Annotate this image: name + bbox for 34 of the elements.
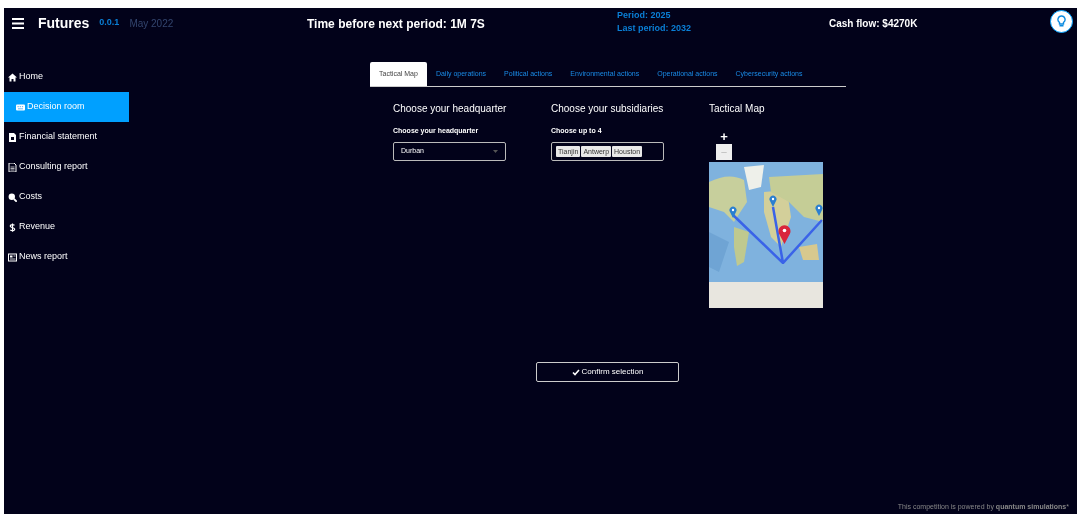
- map-marker-icon: [769, 195, 777, 207]
- sidebar-item[interactable]: News report: [4, 242, 129, 272]
- section-heading: Choose your subsidiaries: [551, 102, 665, 116]
- sidebar-item[interactable]: Revenue: [4, 212, 129, 242]
- map-marker-icon: [729, 206, 737, 218]
- sidebar-item[interactable]: Consulting report: [4, 152, 129, 182]
- confirm-selection-button[interactable]: Confirm selection: [536, 362, 679, 382]
- sidebar-item[interactable]: Financial statement: [4, 122, 129, 152]
- newspaper-icon: [8, 252, 17, 262]
- lightbulb-button[interactable]: [1050, 10, 1073, 33]
- countdown-timer: Time before next period: 1M 7S: [307, 16, 485, 33]
- sidebar-item[interactable]: Costs: [4, 182, 129, 212]
- period-label: Period: 2025: [617, 9, 672, 22]
- menu-icon[interactable]: [12, 17, 24, 29]
- cash-flow-label: Cash flow: $4270K: [829, 17, 918, 31]
- sidebar-item[interactable]: Home: [4, 62, 129, 92]
- map-marker-icon: [778, 224, 791, 244]
- dollar-icon: [8, 222, 17, 232]
- last-period-label: Last period: 2032: [617, 22, 692, 35]
- section-heading: Choose your headquarter: [393, 102, 508, 116]
- document-icon: [8, 162, 17, 172]
- app-title: Futures: [38, 13, 90, 33]
- date-label: May 2022: [129, 16, 174, 31]
- keyboard-icon: [16, 102, 25, 112]
- magnifier-icon: [8, 192, 17, 202]
- version-label: 0.0.1: [99, 16, 120, 30]
- lightbulb-icon: [1057, 15, 1066, 28]
- document-icon: [8, 132, 17, 142]
- check-icon: [571, 368, 580, 376]
- map-marker-icon: [815, 204, 823, 216]
- caret-icon: [493, 149, 498, 153]
- zoom-in-button[interactable]: +: [716, 130, 732, 144]
- home-icon: [8, 72, 17, 82]
- section-heading: Tactical Map: [709, 102, 766, 116]
